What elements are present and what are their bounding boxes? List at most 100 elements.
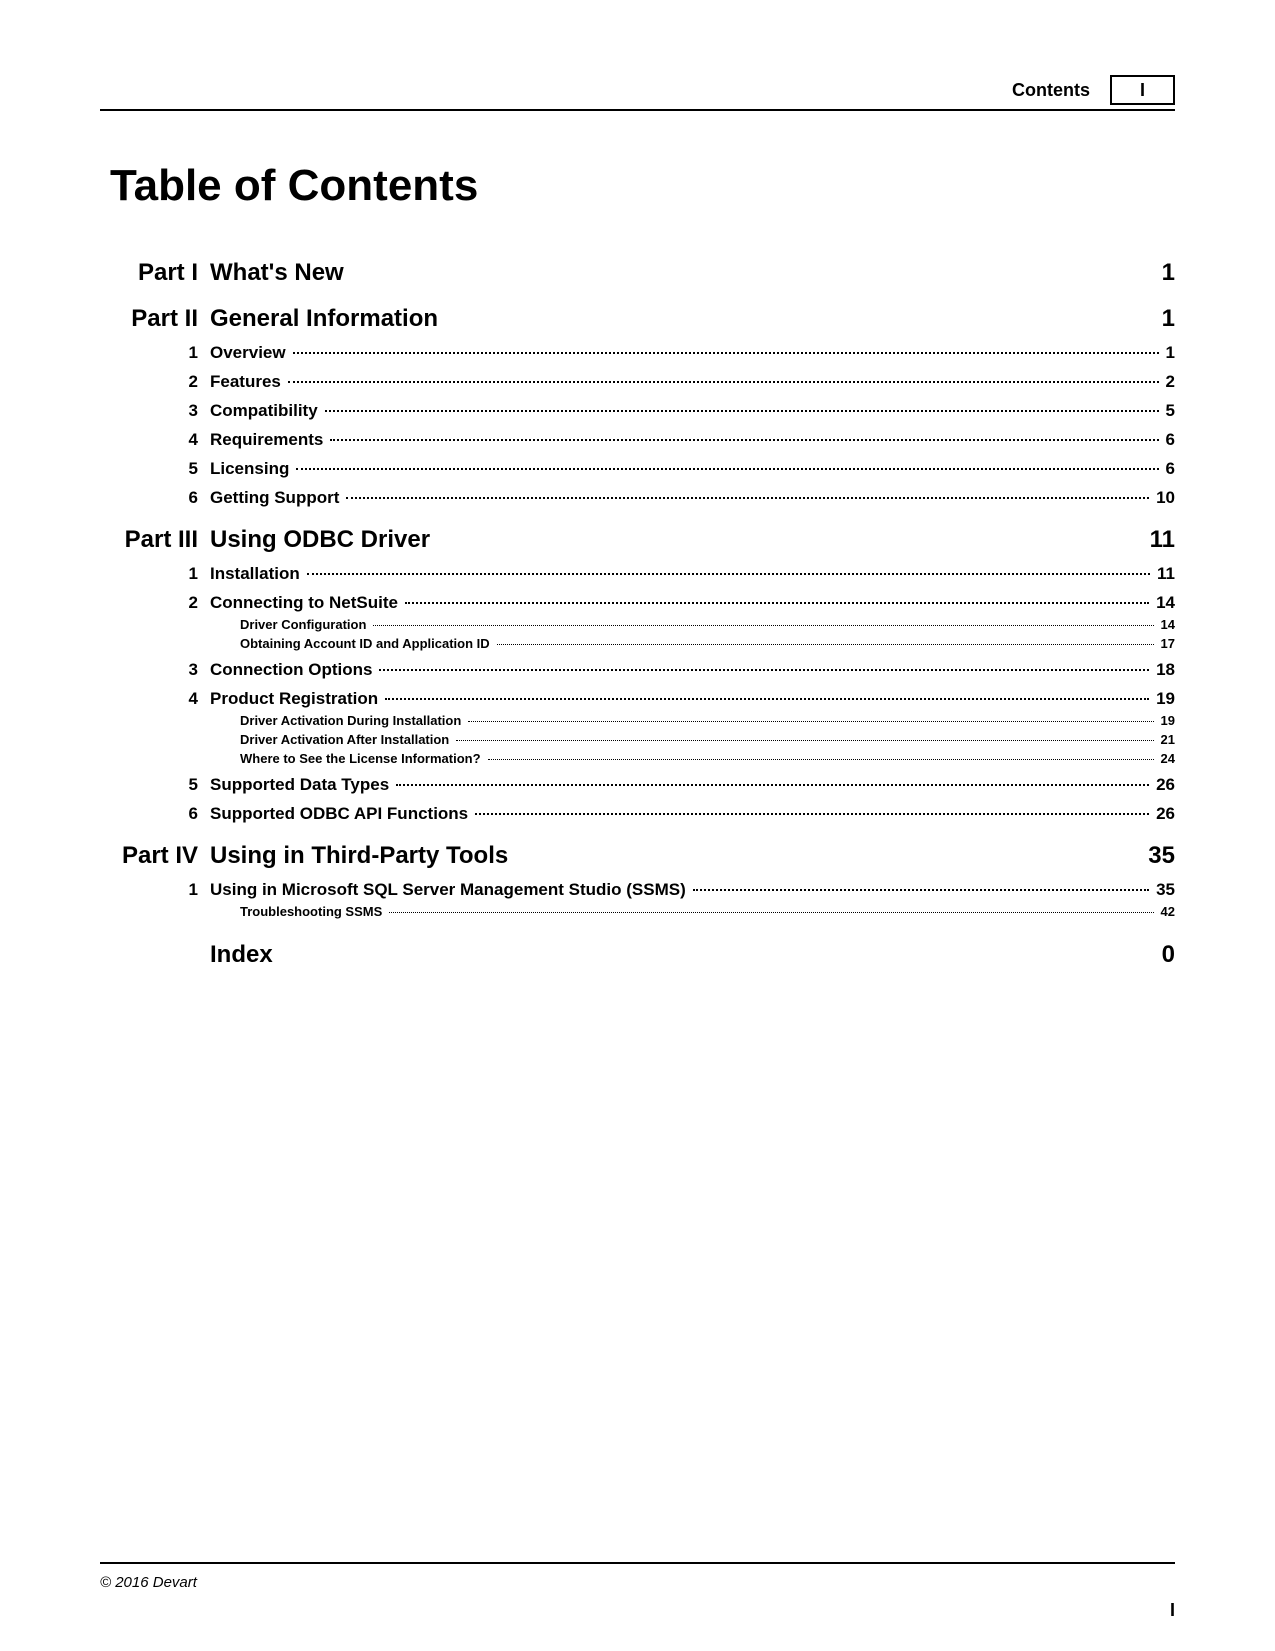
toc-section-row[interactable]: 1Using in Microsoft SQL Server Managemen… [100,880,1175,900]
toc-section-row[interactable]: 1Overview1 [100,343,1175,363]
section-leader: Licensing6 [210,459,1175,479]
section-leader: Requirements 6 [210,430,1175,450]
leader-dots [346,497,1149,499]
header-label: Contents [1012,80,1090,101]
toc-subsection-row[interactable]: Driver Configuration 14 [240,617,1175,632]
section-number: 3 [100,660,210,680]
section-leader: Product Registration 19 [210,689,1175,709]
section-page: 26 [1152,775,1175,795]
section-title: Getting Support [210,488,343,508]
leader-dots [488,759,1154,760]
section-number: 4 [100,430,210,450]
toc-subsection-row[interactable]: Driver Activation After Installation21 [240,732,1175,747]
part-page: 35 [1135,842,1175,870]
section-page: 19 [1152,689,1175,709]
toc-section-row[interactable]: 5Supported Data Types26 [100,775,1175,795]
section-leader: Overview1 [210,343,1175,363]
section-title: Connecting to NetSuite [210,593,402,613]
section-title: Requirements [210,430,327,450]
section-number: 6 [100,488,210,508]
toc-part-row[interactable]: Part IIIUsing ODBC Driver11 [100,526,1175,554]
toc-section-row[interactable]: 6Getting Support10 [100,488,1175,508]
section-number: 1 [100,880,210,900]
toc-subsection-row[interactable]: Where to See the License Information? 24 [240,751,1175,766]
toc-part-row[interactable]: Part IWhat's New1 [100,259,1175,287]
leader-dots [325,410,1159,412]
toc-section-row[interactable]: 4Requirements 6 [100,430,1175,450]
leader-dots [385,698,1149,700]
toc-section-row[interactable]: 1Installation11 [100,564,1175,584]
corner-page-numeral: I [1170,1600,1175,1621]
subsection-title: Where to See the License Information? [240,751,485,766]
section-leader: Supported ODBC API Functions26 [210,804,1175,824]
page-header: Contents I [100,75,1175,111]
part-number: Part II [100,305,210,333]
part-title: General Information [210,305,1135,333]
subsection-page: 19 [1157,713,1175,728]
leader-dots [307,573,1150,575]
section-title: Compatibility [210,401,322,421]
subsection-leader: Where to See the License Information? 24 [240,751,1175,766]
subsection-page: 24 [1157,751,1175,766]
subsection-leader: Obtaining Account ID and Application ID1… [240,636,1175,651]
section-leader: Connecting to NetSuite 14 [210,593,1175,613]
subsection-page: 17 [1157,636,1175,651]
subsection-page: 21 [1157,732,1175,747]
leader-dots [468,721,1153,722]
section-number: 1 [100,343,210,363]
section-title: Installation [210,564,304,584]
leader-dots [497,644,1154,645]
part-page: 1 [1135,305,1175,333]
subsection-leader: Driver Activation During Installation19 [240,713,1175,728]
section-page: 14 [1152,593,1175,613]
toc-section-row[interactable]: 2Features2 [100,372,1175,392]
section-leader: Compatibility 5 [210,401,1175,421]
part-number: Part IV [100,842,210,870]
index-page: 0 [1162,941,1175,969]
part-title: Using in Third-Party Tools [210,842,1135,870]
section-number: 2 [100,372,210,392]
part-number: Part III [100,526,210,554]
toc-section-row[interactable]: 3Compatibility 5 [100,401,1175,421]
subsection-title: Driver Configuration [240,617,370,632]
section-leader: Installation11 [210,564,1175,584]
leader-dots [475,813,1149,815]
section-page: 6 [1162,430,1175,450]
toc-body: Part IWhat's New1Part IIGeneral Informat… [100,241,1175,1562]
toc-subsection-row[interactable]: Driver Activation During Installation19 [240,713,1175,728]
section-title: Overview [210,343,290,363]
toc-subsection-row[interactable]: Troubleshooting SSMS42 [240,904,1175,919]
subsection-leader: Troubleshooting SSMS42 [240,904,1175,919]
section-leader: Using in Microsoft SQL Server Management… [210,880,1175,900]
section-title: Product Registration [210,689,382,709]
section-page: 26 [1152,804,1175,824]
section-title: Features [210,372,285,392]
toc-section-row[interactable]: 4Product Registration 19 [100,689,1175,709]
toc-section-row[interactable]: 5Licensing6 [100,459,1175,479]
leader-dots [330,439,1158,441]
section-number: 6 [100,804,210,824]
toc-section-row[interactable]: 6Supported ODBC API Functions26 [100,804,1175,824]
section-leader: Features 2 [210,372,1175,392]
toc-subsection-row[interactable]: Obtaining Account ID and Application ID1… [240,636,1175,651]
toc-section-row[interactable]: 2Connecting to NetSuite14 [100,593,1175,613]
toc-title: Table of Contents [110,161,1175,211]
part-title: Using ODBC Driver [210,526,1135,554]
toc-index-row[interactable]: Index0 [100,941,1175,969]
index-title: Index [210,941,1162,969]
part-title: What's New [210,259,1135,287]
part-page: 11 [1135,526,1175,554]
section-page: 2 [1162,372,1175,392]
leader-dots [373,625,1153,626]
toc-section-row[interactable]: 3Connection Options18 [100,660,1175,680]
leader-dots [293,352,1159,354]
subsection-page: 14 [1157,617,1175,632]
section-number: 3 [100,401,210,421]
part-number: Part I [100,259,210,287]
toc-part-row[interactable]: Part IVUsing in Third-Party Tools35 [100,842,1175,870]
toc-part-row[interactable]: Part IIGeneral Information1 [100,305,1175,333]
section-number: 4 [100,689,210,709]
section-leader: Getting Support10 [210,488,1175,508]
section-page: 5 [1162,401,1175,421]
leader-dots [456,740,1153,741]
